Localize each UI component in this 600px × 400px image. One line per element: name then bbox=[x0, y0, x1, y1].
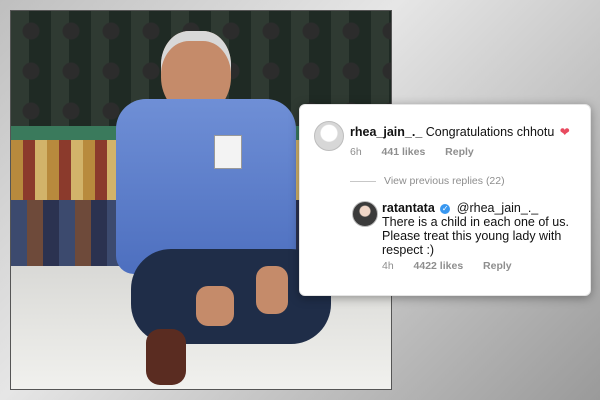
comment-reply-button[interactable]: Reply bbox=[445, 146, 474, 158]
id-badge bbox=[214, 135, 242, 169]
person-shirt bbox=[116, 99, 296, 274]
reply-username[interactable]: ratantata bbox=[382, 201, 435, 215]
comment: rhea_jain_._ Congratulations chhotu ❤ bbox=[350, 125, 570, 139]
user-avatar[interactable] bbox=[352, 201, 378, 227]
person-hand-right bbox=[256, 266, 288, 314]
comment-username[interactable]: rhea_jain_._ bbox=[350, 125, 422, 139]
view-previous-replies-link[interactable]: View previous replies (22) bbox=[384, 175, 505, 187]
heart-emoji-icon: ❤ bbox=[559, 125, 570, 139]
verified-badge-icon: ✓ bbox=[440, 204, 451, 214]
reply-likes[interactable]: 4422 likes bbox=[414, 260, 464, 272]
reply: ratantata ✓ @rhea_jain_._ There is a chi… bbox=[382, 201, 580, 257]
reply-reply-button[interactable]: Reply bbox=[483, 260, 512, 272]
comment-text: Congratulations chhotu bbox=[425, 125, 555, 139]
comment-time: 6h bbox=[350, 146, 362, 158]
reply-meta: 4h 4422 likes Reply bbox=[382, 260, 512, 272]
comment-likes[interactable]: 441 likes bbox=[382, 146, 426, 158]
instagram-comment-card: rhea_jain_._ Congratulations chhotu ❤ 6h… bbox=[299, 104, 591, 296]
user-avatar[interactable] bbox=[314, 121, 344, 151]
reply-time: 4h bbox=[382, 260, 394, 272]
comment-meta: 6h 441 likes Reply bbox=[350, 146, 474, 158]
reply-text: There is a child in each one of us. Plea… bbox=[382, 215, 569, 257]
divider-line bbox=[350, 181, 376, 182]
person-hand-left bbox=[196, 286, 234, 326]
reply-mention[interactable]: @rhea_jain_._ bbox=[457, 201, 539, 215]
shoe bbox=[146, 329, 186, 385]
